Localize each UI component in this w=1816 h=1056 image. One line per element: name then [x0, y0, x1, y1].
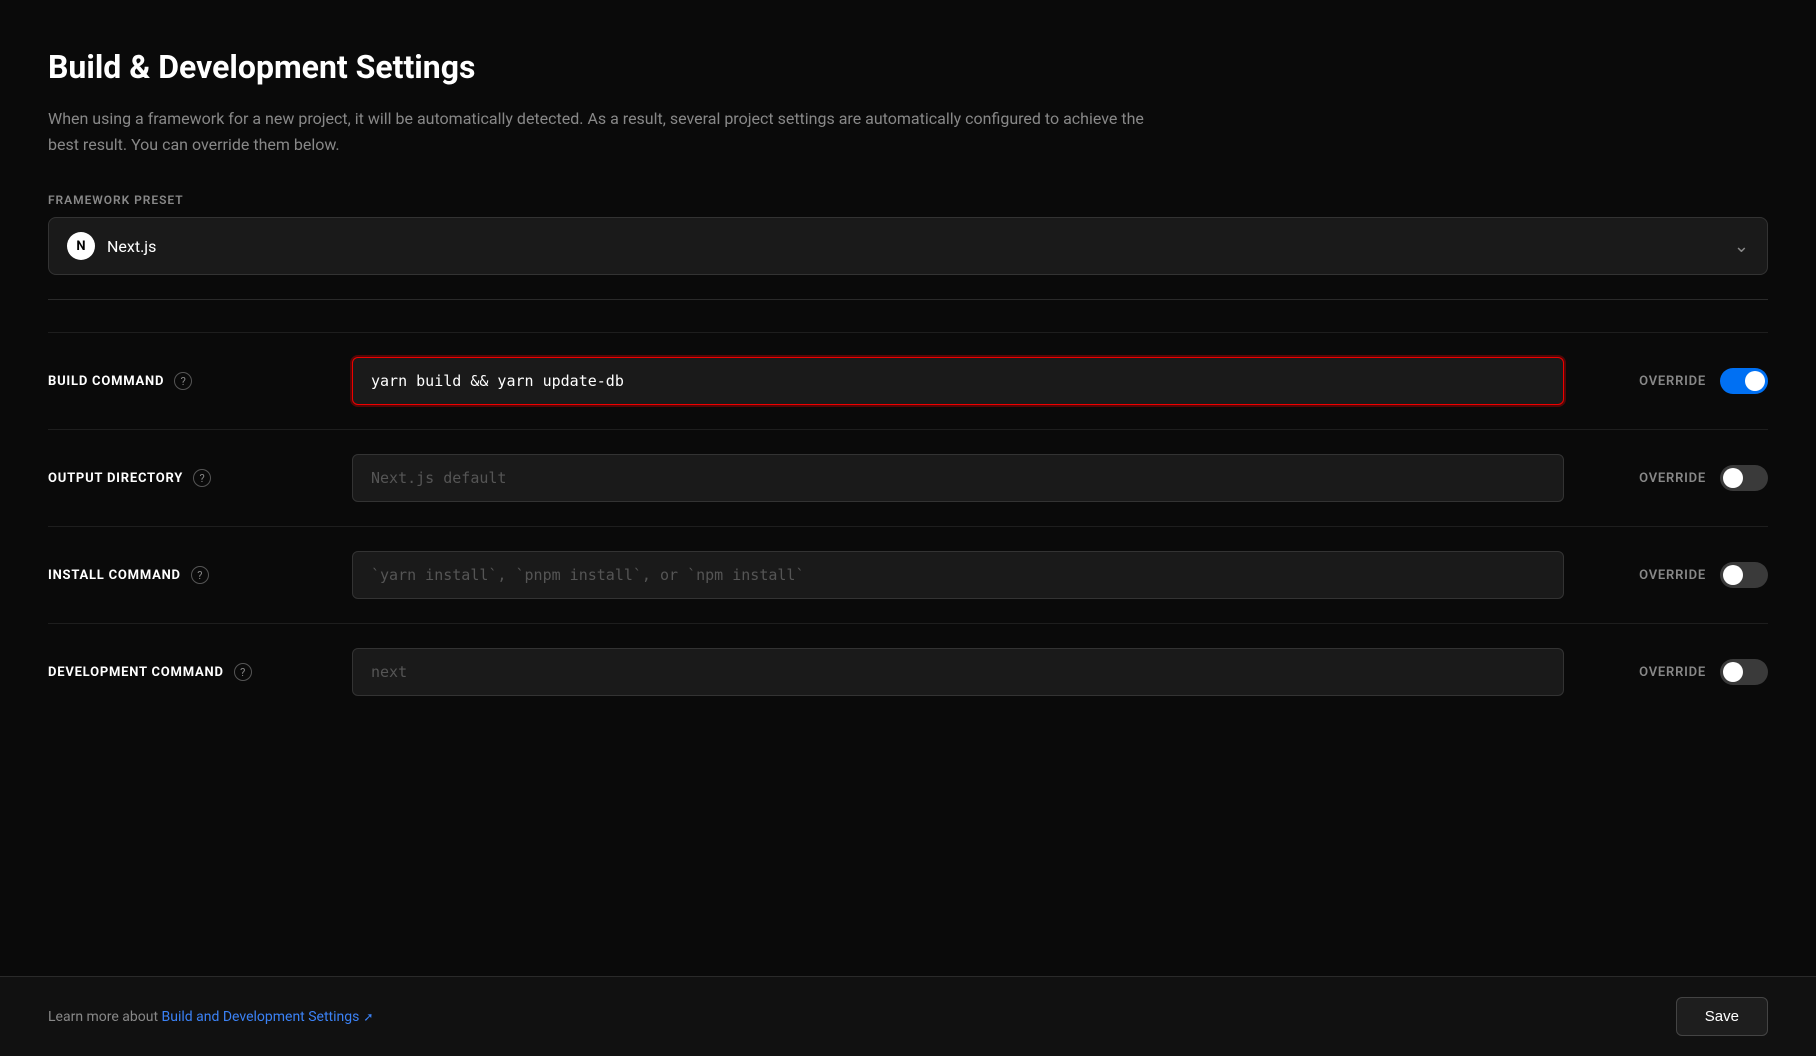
external-link-icon: ➚: [363, 1010, 373, 1024]
toggle-knob-development-command: [1723, 662, 1743, 682]
section-divider: [48, 299, 1768, 300]
override-group-build-command: OVERRIDE: [1588, 368, 1768, 394]
setting-row-development-command: DEVELOPMENT COMMAND? OVERRIDE: [48, 623, 1768, 720]
override-group-output-directory: OVERRIDE: [1588, 465, 1768, 491]
toggle-knob-install-command: [1723, 565, 1743, 585]
help-icon-build-command[interactable]: ?: [174, 372, 192, 390]
setting-row-build-command: BUILD COMMAND? OVERRIDE: [48, 332, 1768, 429]
footer-text: Learn more about Build and Development S…: [48, 1009, 373, 1025]
footer-bar: Learn more about Build and Development S…: [0, 976, 1816, 1056]
framework-section: FRAMEWORK PRESET N Next.js ⌄: [48, 193, 1768, 275]
override-label-build-command: OVERRIDE: [1639, 374, 1706, 389]
input-wrapper-install-command: [352, 551, 1564, 599]
override-label-install-command: OVERRIDE: [1639, 568, 1706, 583]
input-wrapper-output-directory: [352, 454, 1564, 502]
toggle-knob-build-command: [1745, 371, 1765, 391]
toggle-build-command[interactable]: [1720, 368, 1768, 394]
framework-selected-label: Next.js: [107, 237, 156, 256]
override-label-development-command: OVERRIDE: [1639, 665, 1706, 680]
framework-label: FRAMEWORK PRESET: [48, 193, 1768, 207]
label-group-install-command: INSTALL COMMAND?: [48, 566, 328, 584]
settings-grid: BUILD COMMAND?OVERRIDEOUTPUT DIRECTORY?O…: [48, 332, 1768, 720]
override-group-install-command: OVERRIDE: [1588, 562, 1768, 588]
chevron-down-icon: ⌄: [1734, 236, 1749, 257]
nextjs-icon: N: [67, 232, 95, 260]
input-install-command[interactable]: [352, 551, 1564, 599]
setting-row-install-command: INSTALL COMMAND? OVERRIDE: [48, 526, 1768, 623]
label-build-command: BUILD COMMAND: [48, 374, 164, 389]
label-install-command: INSTALL COMMAND: [48, 568, 181, 583]
input-wrapper-build-command: [352, 357, 1564, 405]
toggle-output-directory[interactable]: [1720, 465, 1768, 491]
input-output-directory[interactable]: [352, 454, 1564, 502]
label-group-development-command: DEVELOPMENT COMMAND?: [48, 663, 328, 681]
footer-prefix: Learn more about: [48, 1009, 162, 1025]
main-content: Build & Development Settings When using …: [0, 0, 1816, 976]
label-group-build-command: BUILD COMMAND?: [48, 372, 328, 390]
label-development-command: DEVELOPMENT COMMAND: [48, 665, 224, 680]
footer-link-text: Build and Development Settings: [162, 1009, 360, 1025]
framework-select[interactable]: N Next.js ⌄: [48, 217, 1768, 275]
input-build-command[interactable]: [352, 357, 1564, 405]
help-icon-output-directory[interactable]: ?: [193, 469, 211, 487]
input-wrapper-development-command: [352, 648, 1564, 696]
toggle-install-command[interactable]: [1720, 562, 1768, 588]
page-title: Build & Development Settings: [48, 48, 1768, 86]
label-output-directory: OUTPUT DIRECTORY: [48, 471, 183, 486]
framework-select-left: N Next.js: [67, 232, 156, 260]
override-label-output-directory: OVERRIDE: [1639, 471, 1706, 486]
help-icon-install-command[interactable]: ?: [191, 566, 209, 584]
help-icon-development-command[interactable]: ?: [234, 663, 252, 681]
save-button[interactable]: Save: [1676, 997, 1768, 1036]
override-group-development-command: OVERRIDE: [1588, 659, 1768, 685]
page-description: When using a framework for a new project…: [48, 106, 1148, 157]
setting-row-output-directory: OUTPUT DIRECTORY? OVERRIDE: [48, 429, 1768, 526]
input-development-command[interactable]: [352, 648, 1564, 696]
toggle-development-command[interactable]: [1720, 659, 1768, 685]
toggle-knob-output-directory: [1723, 468, 1743, 488]
footer-link[interactable]: Build and Development Settings ➚: [162, 1009, 374, 1025]
label-group-output-directory: OUTPUT DIRECTORY?: [48, 469, 328, 487]
